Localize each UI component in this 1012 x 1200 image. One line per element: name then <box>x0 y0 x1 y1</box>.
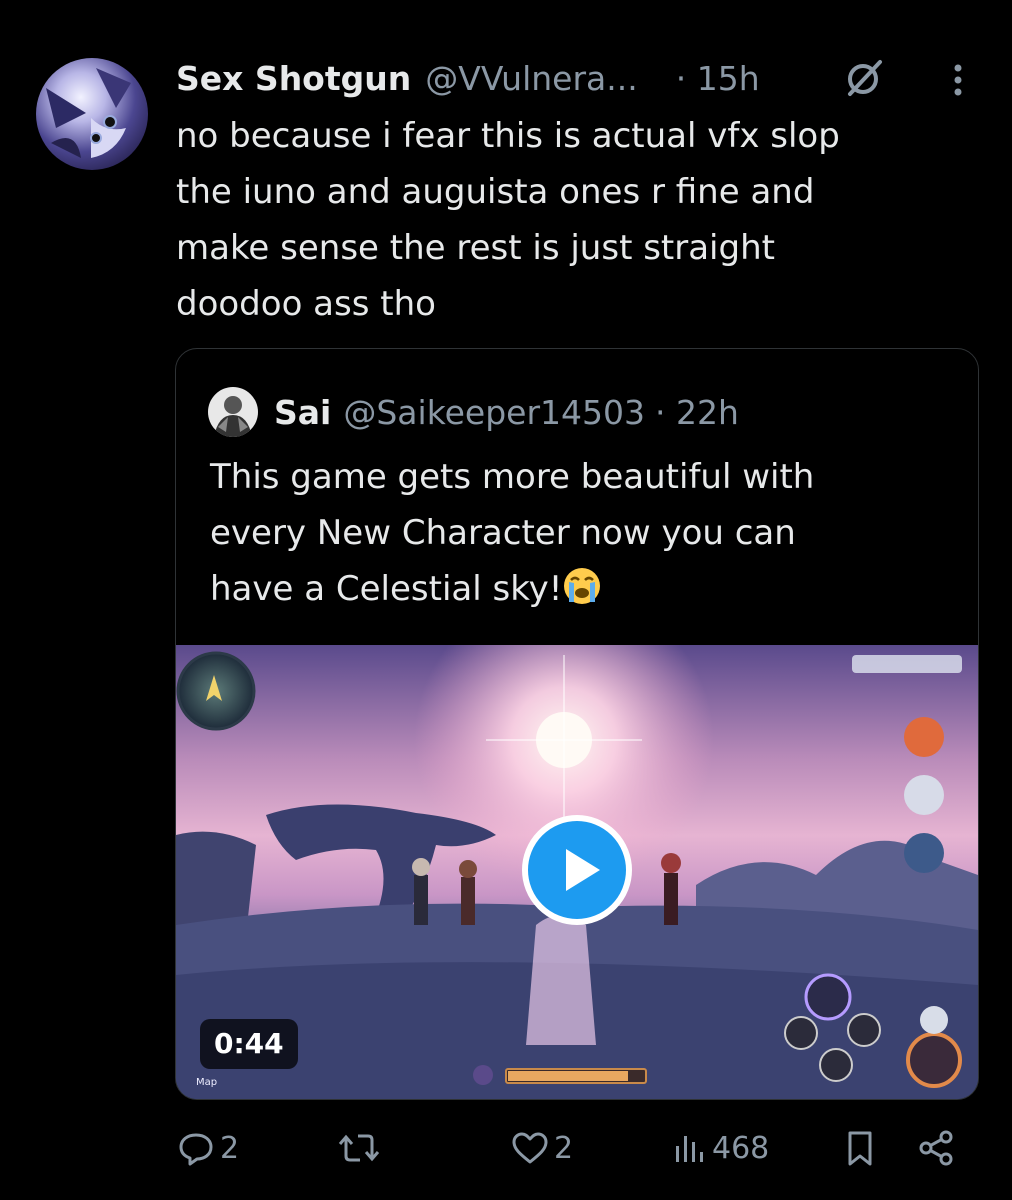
character-portrait-icon <box>904 717 944 757</box>
share-icon <box>919 1130 953 1166</box>
avatar[interactable] <box>36 58 148 170</box>
quote-tweet[interactable]: Sai @Saikeeper14503 · 22h This game gets… <box>175 348 979 1100</box>
display-name[interactable]: Sex Shotgun <box>176 59 411 98</box>
quote-display-name[interactable]: Sai <box>274 393 331 432</box>
bookmark-icon <box>848 1131 872 1166</box>
video-media[interactable]: Map 0:44 <box>176 645 978 1099</box>
video-duration: 0:44 <box>200 1019 298 1069</box>
reply-icon <box>179 1133 213 1166</box>
retweet-icon <box>338 1134 380 1162</box>
share-button[interactable] <box>916 1120 956 1176</box>
quote-time[interactable]: · 22h <box>655 393 739 432</box>
views-button[interactable]: 468 <box>672 1120 769 1176</box>
play-button[interactable] <box>522 815 632 925</box>
loudly-crying-face-emoji <box>564 568 601 604</box>
like-icon <box>512 1132 548 1164</box>
minimap-label: Map <box>196 1077 217 1088</box>
bookmark-button[interactable] <box>842 1120 878 1176</box>
quote-avatar-art <box>214 396 252 437</box>
play-icon <box>566 849 600 891</box>
quote-text: This game gets more beautiful with every… <box>210 457 815 609</box>
views-count: 468 <box>712 1130 770 1166</box>
reply-button[interactable]: 2 <box>176 1120 239 1176</box>
quote-header: Sai @Saikeeper14503 · 22h <box>274 385 739 439</box>
tweet-text: no because i fear this is actual vfx slo… <box>176 116 840 324</box>
grok-icon[interactable] <box>844 58 884 98</box>
retweet-button[interactable] <box>336 1120 386 1176</box>
action-bar: 2 2 468 <box>176 1120 966 1176</box>
user-handle[interactable]: @VVulnera... <box>425 59 637 98</box>
avatar-art <box>46 68 131 158</box>
like-count: 2 <box>554 1130 574 1166</box>
quote-handle[interactable]: @Saikeeper14503 <box>343 393 645 432</box>
more-vertical-icon[interactable] <box>940 60 976 100</box>
tweet-time[interactable]: · 15h <box>676 59 760 98</box>
views-icon <box>676 1136 703 1162</box>
skill-button-icon <box>804 973 852 1021</box>
like-button[interactable]: 2 <box>510 1120 573 1176</box>
reply-count: 2 <box>220 1130 240 1166</box>
quote-text-container: This game gets more beautiful with every… <box>210 449 950 617</box>
quote-avatar[interactable] <box>208 387 258 437</box>
tweet-header: Sex Shotgun @VVulnera... · 15h <box>176 54 760 102</box>
